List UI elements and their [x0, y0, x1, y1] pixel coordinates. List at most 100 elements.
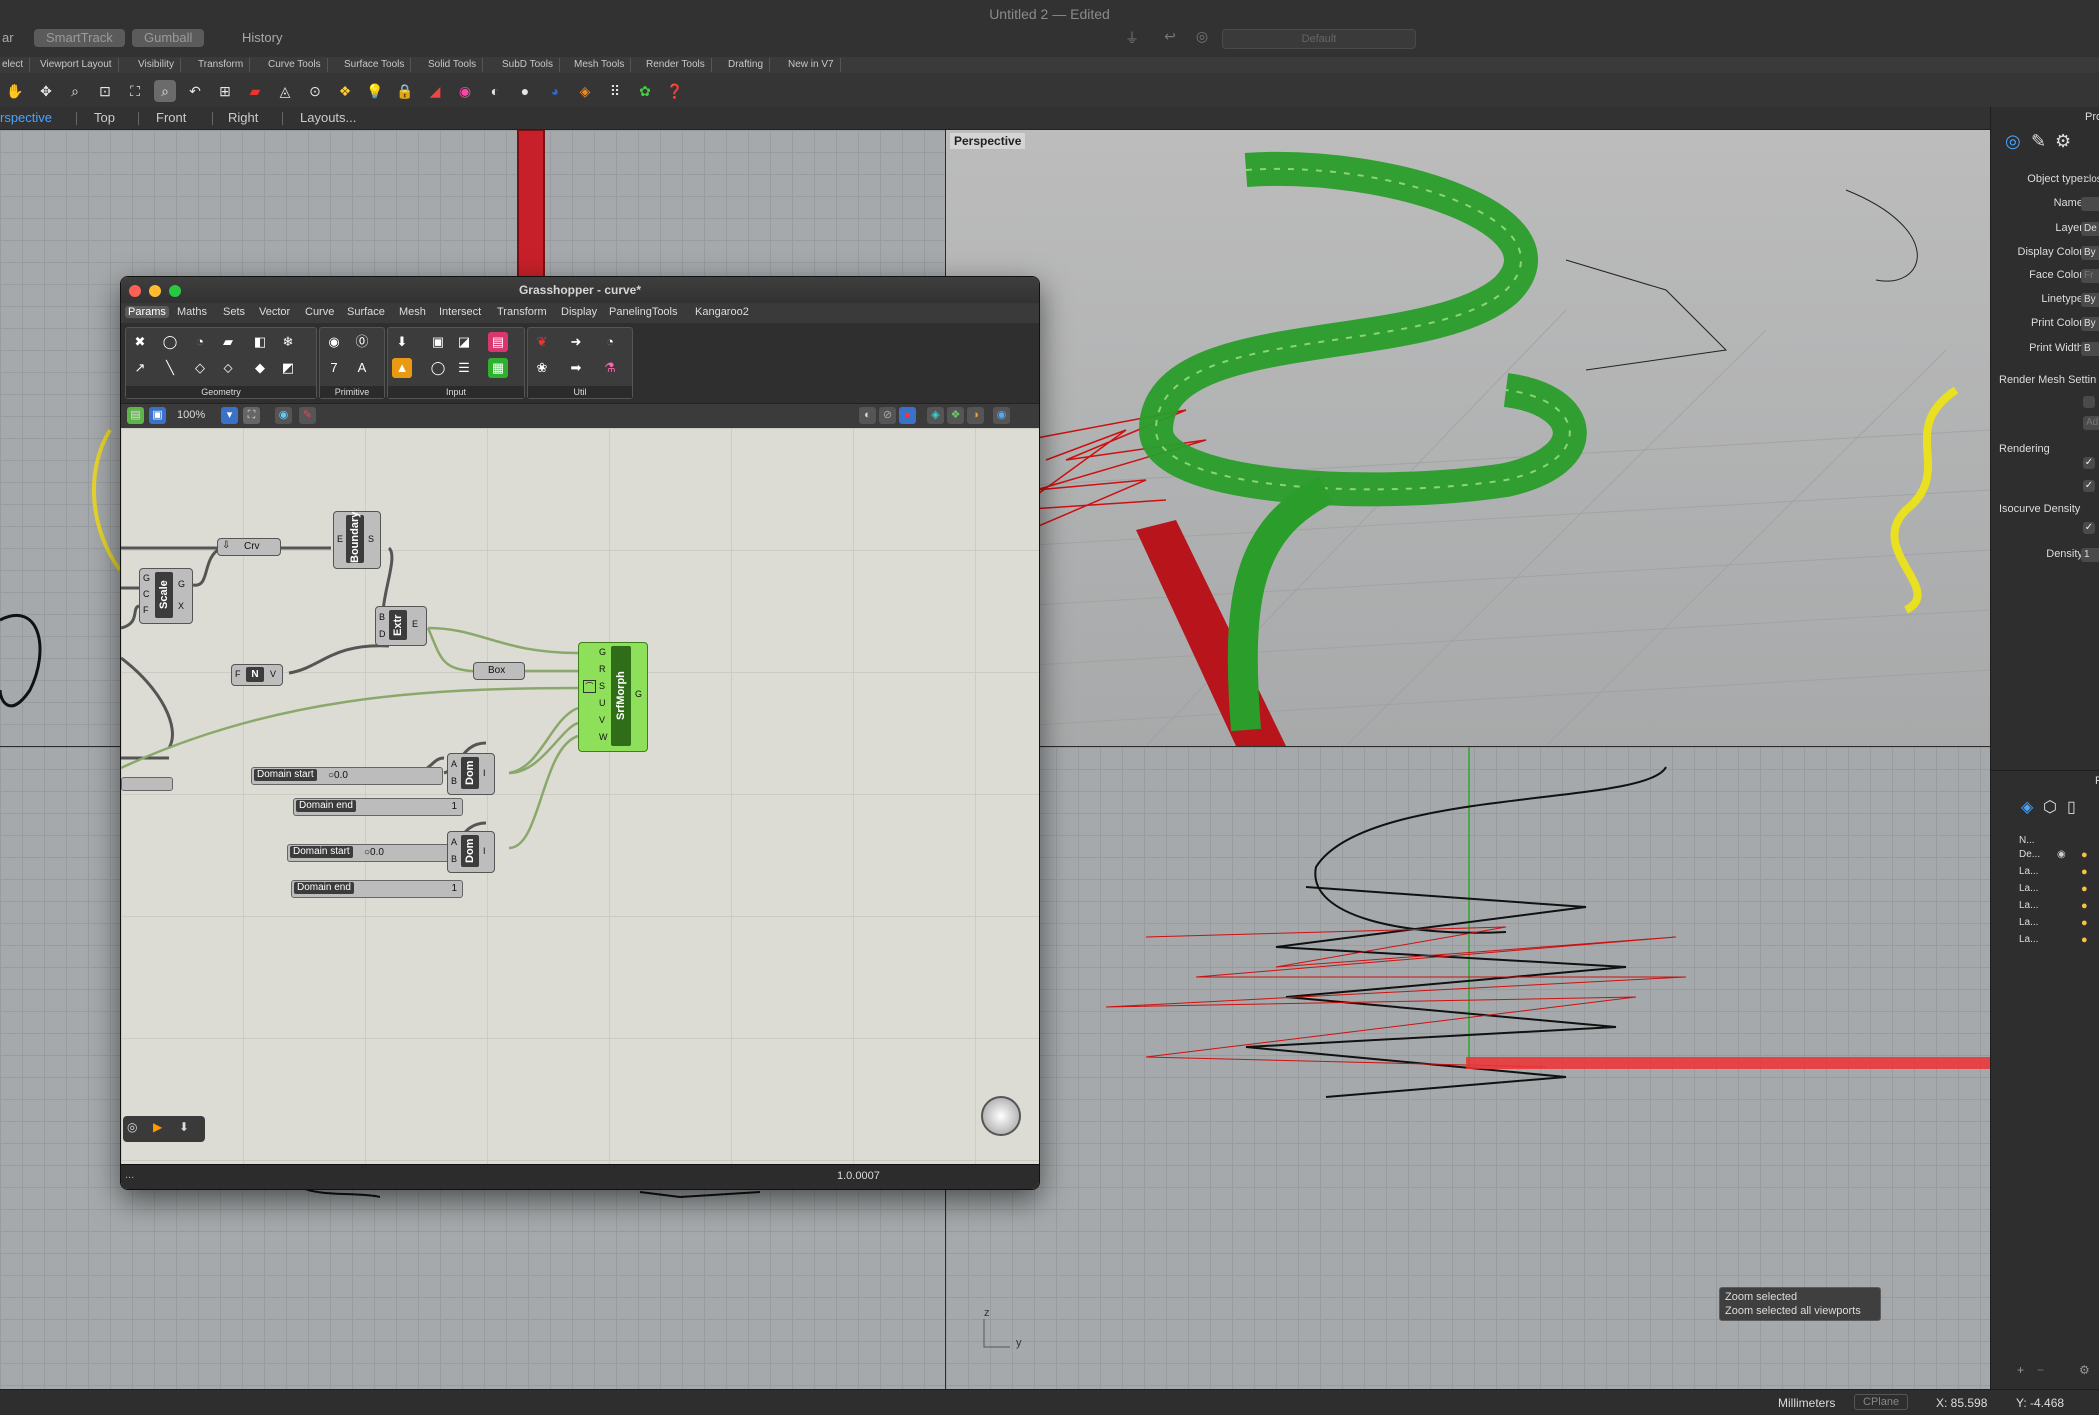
box-param-icon[interactable]: ◆	[250, 358, 270, 378]
undo-view-icon[interactable]: ↶	[184, 80, 206, 102]
gh-tab-surface[interactable]: Surface	[347, 306, 385, 318]
gh-tab-kangaroo2[interactable]: Kangaroo2	[695, 306, 749, 318]
render-mesh-adjust-button[interactable]: Ad	[2083, 416, 2099, 430]
units-label[interactable]: Millimeters	[1778, 1396, 1835, 1410]
density-field[interactable]: 1	[2081, 548, 2099, 562]
gh-tab-curve[interactable]: Curve	[305, 306, 334, 318]
preview-off-icon[interactable]: ◐	[859, 407, 876, 424]
current-layer-icon[interactable]: ◉	[2057, 849, 2066, 860]
layer-row[interactable]: La...	[2019, 900, 2038, 911]
partial-slider[interactable]	[121, 777, 173, 791]
widget-arrow-icon[interactable]: ▶	[153, 1120, 162, 1134]
file-path-icon[interactable]: ⬇	[392, 332, 412, 352]
help-icon[interactable]: ❓	[664, 80, 686, 102]
gh-tab-panelingtools[interactable]: PanelingTools	[609, 306, 678, 318]
unit-z-component[interactable]: F N V	[231, 664, 283, 686]
tab-layouts[interactable]: Layouts...	[290, 109, 366, 127]
layer-icon[interactable]: ❖	[334, 80, 356, 102]
grasshopper-canvas[interactable]: ⇩ Crv E Boundary S G C F Scale G X B D E…	[121, 428, 1039, 1164]
open-file-icon[interactable]: ▤	[127, 407, 144, 424]
tab-curve-tools[interactable]: Curve Tools	[262, 58, 328, 72]
widget-download-icon[interactable]: ⬇	[179, 1120, 189, 1134]
name-field[interactable]	[2081, 197, 2099, 211]
scale-component[interactable]: G C F Scale G X	[139, 568, 193, 624]
zoom-extents-icon[interactable]: ⛶	[124, 80, 146, 102]
mesh-param-icon[interactable]: ❄	[278, 332, 298, 352]
grasshopper-titlebar[interactable]: Grasshopper - curve*	[121, 277, 1039, 304]
four-viewports-icon[interactable]: ⊞	[214, 80, 236, 102]
cast-shadows-checkbox[interactable]: ✓	[2083, 457, 2095, 469]
layers-tab-icon[interactable]: ◈	[2021, 797, 2033, 817]
relay-icon[interactable]: ➜	[566, 332, 586, 352]
back-icon[interactable]: ↩	[1160, 28, 1180, 48]
target-icon[interactable]: ◎	[1192, 28, 1212, 48]
gh-tab-intersect[interactable]: Intersect	[439, 306, 481, 318]
gh-tab-sets[interactable]: Sets	[223, 306, 245, 318]
tab-select[interactable]: elect	[0, 58, 31, 72]
preview-settings-icon[interactable]: ◉	[993, 407, 1010, 424]
select-icon[interactable]: ⊙	[304, 80, 326, 102]
grasshopper-window[interactable]: Grasshopper - curve* Params Maths Sets V…	[120, 276, 1040, 1190]
gh-tab-maths[interactable]: Maths	[177, 306, 207, 318]
tab-visibility[interactable]: Visibility	[132, 58, 181, 72]
car-icon[interactable]: ▰	[244, 80, 266, 102]
point-param-icon[interactable]: ⬦	[218, 358, 238, 378]
flask-icon[interactable]: ⚗	[600, 358, 620, 378]
toolbar-button-ar[interactable]: ar	[0, 29, 26, 47]
zoom-window-icon[interactable]: ⊡	[94, 80, 116, 102]
integer-icon[interactable]: ◉	[324, 332, 344, 352]
vector-param-icon[interactable]: ↗	[130, 358, 150, 378]
gh-tab-vector[interactable]: Vector	[259, 306, 290, 318]
layer-select[interactable]: De	[2081, 222, 2099, 236]
domain-end-slider-2[interactable]: Domain end 1	[291, 880, 463, 898]
layer-row[interactable]: La...	[2019, 883, 2038, 894]
layer-row[interactable]: La...	[2019, 934, 2038, 945]
tab-transform[interactable]: Transform	[192, 58, 251, 72]
tab-drafting[interactable]: Drafting	[722, 58, 771, 72]
viewport-perspective[interactable]: Perspective	[946, 130, 1990, 746]
boundary-component[interactable]: E Boundary S	[333, 511, 381, 569]
domain-start-slider[interactable]: Domain start ○0.0	[251, 767, 443, 785]
object-properties-icon[interactable]: ◎	[2005, 131, 2021, 152]
list-icon[interactable]: ☰	[454, 358, 474, 378]
gradient-icon[interactable]: ▤	[488, 332, 508, 352]
gh-tab-params[interactable]: Params	[125, 306, 169, 318]
lightbulb-icon[interactable]: ●	[2081, 934, 2088, 946]
zoom-dropdown-icon[interactable]: ▾	[221, 407, 238, 424]
tab-surface-tools[interactable]: Surface Tools	[338, 58, 412, 72]
tab-subd-tools[interactable]: SubD Tools	[496, 58, 560, 72]
lightbulb-icon[interactable]: ●	[2081, 917, 2088, 929]
curve-param-icon[interactable]: ◔	[190, 332, 210, 352]
lightbulb-icon[interactable]: ●	[2081, 849, 2088, 861]
tab-right[interactable]: Right	[218, 109, 268, 127]
tab-perspective[interactable]: rspective	[0, 109, 62, 127]
button-icon[interactable]: ▣	[428, 332, 448, 352]
box-param[interactable]: Box	[473, 662, 525, 680]
text-icon[interactable]: A	[352, 358, 372, 378]
cluster-icon[interactable]: ❀	[532, 358, 552, 378]
print-width-select[interactable]: B	[2081, 342, 2099, 356]
pan-icon[interactable]: ✋	[4, 80, 26, 102]
toggle-icon[interactable]: ◪	[454, 332, 474, 352]
shaded-sphere-icon[interactable]: ◐	[484, 80, 506, 102]
number-icon[interactable]: 7	[324, 358, 344, 378]
tab-front[interactable]: Front	[146, 109, 196, 127]
preview-selected-icon[interactable]: ❖	[947, 407, 964, 424]
image-sampler-icon[interactable]: ▦	[488, 358, 508, 378]
print-color-select[interactable]: By	[2081, 317, 2099, 331]
boolean-icon[interactable]: ⓪	[352, 332, 372, 352]
material-tab-icon[interactable]: ✎	[2031, 131, 2046, 152]
named-view-field[interactable]: Default	[1222, 29, 1416, 49]
data-dam-icon[interactable]: ➡	[566, 358, 586, 378]
raytraced-icon[interactable]: ◕	[544, 80, 566, 102]
filter-icon[interactable]: ⏚	[1122, 28, 1142, 48]
face-color-select[interactable]: Fr	[2081, 269, 2099, 283]
render-mesh-checkbox[interactable]	[2083, 396, 2095, 408]
domain-end-slider[interactable]: Domain end 1	[293, 798, 463, 816]
plane-param-icon[interactable]: ◇	[190, 358, 210, 378]
preview-mesh-icon[interactable]: ◈	[927, 407, 944, 424]
receive-shadows-checkbox[interactable]: ✓	[2083, 480, 2095, 492]
preview-shaded-icon[interactable]: ●	[899, 407, 916, 424]
grasshopper-icon[interactable]: ✿	[634, 80, 656, 102]
lightbulb-icon[interactable]: ●	[2081, 866, 2088, 878]
